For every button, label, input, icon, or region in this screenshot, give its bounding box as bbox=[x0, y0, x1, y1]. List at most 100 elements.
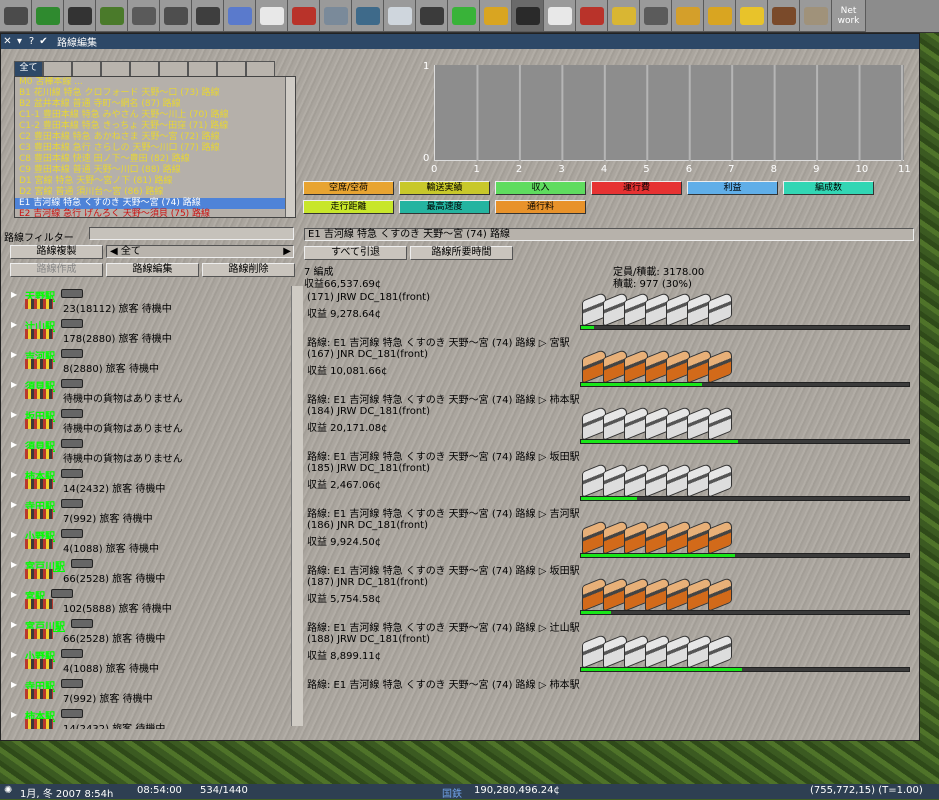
chart-category-button[interactable]: 最高速度 bbox=[399, 200, 490, 214]
filter-tab-3[interactable] bbox=[101, 61, 130, 76]
line-item[interactable]: C3 豊田本線 急行 さらしの 天野～川口 (77) 路線 bbox=[15, 143, 295, 154]
station-item[interactable]: ▶ 須貝駅 待機中の貨物はありません bbox=[9, 437, 294, 467]
line-item[interactable]: E1 吉河線 特急 くすのき 天野～宮 (74) 路線 bbox=[15, 198, 295, 209]
delete-line-button[interactable]: 路線削除 bbox=[202, 263, 295, 277]
triangle-right-icon[interactable]: ▶ bbox=[11, 590, 17, 599]
pin-icon[interactable]: ✔ bbox=[38, 36, 49, 47]
vehicle-name[interactable]: (188) JRW DC_181(front) bbox=[307, 634, 430, 645]
vehicle-name[interactable]: (186) JNR DC_181(front) bbox=[307, 520, 428, 531]
travel-time-button[interactable]: 路線所要時間 bbox=[410, 246, 513, 260]
triangle-right-icon[interactable]: ▶ bbox=[11, 560, 17, 569]
toolbar-shinkansen-button[interactable] bbox=[256, 0, 288, 32]
line-item[interactable]: B1 花川線 特急 クロフォード 天野～口 (73) 路線 bbox=[15, 88, 295, 99]
toolbar-truck-button[interactable] bbox=[320, 0, 352, 32]
toolbar-rail-button[interactable] bbox=[768, 0, 800, 32]
vehicle-row[interactable]: (184) JRW DC_181(front) 収益 20,171.08¢ 路線: … bbox=[304, 405, 914, 463]
chart-category-button[interactable]: 走行距離 bbox=[303, 200, 394, 214]
station-item[interactable]: ▶ 辻山駅 178(2880) 旅客 待機中 bbox=[9, 317, 294, 347]
vehicle-row[interactable]: (185) JRW DC_181(front) 収益 2,467.06¢ 路線: E… bbox=[304, 462, 914, 520]
toolbar-airplane-button[interactable] bbox=[384, 0, 416, 32]
help-icon[interactable]: ? bbox=[26, 36, 37, 47]
station-item[interactable]: ▶ 小野駅 4(1088) 旅客 待機中 bbox=[9, 647, 294, 677]
toolbar-camera-button[interactable] bbox=[640, 0, 672, 32]
toolbar-monorail-button[interactable] bbox=[224, 0, 256, 32]
vehicle-row[interactable]: (167) JNR DC_181(front) 収益 10,081.66¢ 路線: … bbox=[304, 348, 914, 406]
chart-category-button[interactable]: 運行費 bbox=[591, 181, 682, 195]
filter-select[interactable]: ◀ 全て ▶ bbox=[106, 245, 294, 258]
toolbar-city-map-button[interactable] bbox=[32, 0, 64, 32]
station-item[interactable]: ▶柿本駅14(2432) 旅客 待機中 bbox=[9, 707, 294, 729]
triangle-right-icon[interactable]: ▶ bbox=[11, 710, 17, 719]
toolbar-steam-loco-2-button[interactable] bbox=[160, 0, 192, 32]
line-item[interactable]: C1-1 豊田本線 特急 みやさん 天野～川上 (70) 路線 bbox=[15, 110, 295, 121]
line-item[interactable]: D1 宮線 特急 天野～宮ノ下 (81) 路線 bbox=[15, 176, 295, 187]
line-list-scrollbar[interactable] bbox=[285, 77, 295, 217]
triangle-right-icon[interactable]: ▶ bbox=[11, 440, 17, 449]
toolbar-grid-button[interactable] bbox=[800, 0, 832, 32]
vehicle-name[interactable]: (171) JRW DC_181(front) bbox=[307, 292, 430, 303]
station-item[interactable]: ▶ 天野駅 23(18112) 旅客 待機中 bbox=[9, 287, 294, 317]
triangle-right-icon[interactable]: ▶ bbox=[283, 246, 291, 257]
toolbar-money-button[interactable] bbox=[608, 0, 640, 32]
station-item[interactable]: ▶ 寺田駅 7(992) 旅客 待機中 bbox=[9, 677, 294, 707]
line-filter-input[interactable] bbox=[89, 227, 294, 240]
toolbar-steam-loco-3-button[interactable] bbox=[192, 0, 224, 32]
line-item[interactable]: E2 吉河線 急行 げんろく 天野～須貝 (75) 路線 bbox=[15, 209, 295, 217]
toolbar-locomotive-button[interactable] bbox=[416, 0, 448, 32]
toolbar-magnifier-button[interactable] bbox=[64, 0, 96, 32]
vehicle-row[interactable]: (186) JNR DC_181(front) 収益 9,924.50¢ 路線: E… bbox=[304, 519, 914, 577]
network-button[interactable]: Net work bbox=[832, 0, 866, 32]
vehicle-name[interactable]: (184) JRW DC_181(front) bbox=[307, 406, 430, 417]
station-item[interactable]: ▶柿本駅14(2432) 旅客 待機中 bbox=[9, 467, 294, 497]
chart-category-button[interactable]: 収入 bbox=[495, 181, 586, 195]
triangle-right-icon[interactable]: ▶ bbox=[11, 530, 17, 539]
line-item[interactable]: C8 豊田本線 快速 田ノ下～豊田 (82) 路線 bbox=[15, 154, 295, 165]
line-item[interactable]: C1-2 豊田本線 特急 きっちょ 天野～田窪 (71) 路線 bbox=[15, 121, 295, 132]
triangle-left-icon[interactable]: ◀ bbox=[110, 246, 121, 257]
filter-tab-1[interactable] bbox=[43, 61, 72, 76]
line-item[interactable]: C2 豊田本線 特急 あかねさま 天野～宮 (72) 路線 bbox=[15, 132, 295, 143]
station-item[interactable]: ▶ 宮戸川駅 66(2528) 旅客 待機中 bbox=[9, 617, 294, 647]
line-item[interactable]: B2 盆井本線 普通 寺町～網名 (87) 路線 bbox=[15, 99, 295, 110]
withdraw-all-button[interactable]: すべて引退 bbox=[304, 246, 407, 260]
edit-line-button[interactable]: 路線編集 bbox=[106, 263, 199, 277]
station-item[interactable]: ▶ 宮駅 102(5888) 旅客 待機中 bbox=[9, 587, 294, 617]
chart-category-button[interactable]: 編成数 bbox=[783, 181, 874, 195]
triangle-right-icon[interactable]: ▶ bbox=[11, 350, 17, 359]
vehicle-row[interactable]: (187) JNR DC_181(front) 収益 5,754.58¢ 路線: E… bbox=[304, 576, 914, 634]
filter-tab-8[interactable] bbox=[246, 61, 275, 76]
chart-category-button[interactable]: 利益 bbox=[687, 181, 778, 195]
station-item[interactable]: ▶ 坂田駅 待機中の貨物はありません bbox=[9, 407, 294, 437]
triangle-right-icon[interactable]: ▶ bbox=[11, 620, 17, 629]
line-list[interactable]: M0 苫樺本線 ... B1 花川線 特急 クロフォード 天野～口 (73) 路線… bbox=[14, 76, 296, 218]
station-item[interactable]: ▶ 吉河駅 8(2880) 旅客 待機中 bbox=[9, 347, 294, 377]
filter-tab-2[interactable] bbox=[72, 61, 101, 76]
toolbar-cup-button[interactable] bbox=[672, 0, 704, 32]
close-icon[interactable]: ✕ bbox=[2, 36, 13, 47]
toolbar-document-button[interactable] bbox=[544, 0, 576, 32]
toolbar-ship-button[interactable] bbox=[352, 0, 384, 32]
triangle-right-icon[interactable]: ▶ bbox=[11, 290, 17, 299]
toolbar-disk-button[interactable] bbox=[0, 0, 32, 32]
line-item[interactable]: C9 豊田本線 普通 天野～川口 (88) 路線 bbox=[15, 165, 295, 176]
vehicle-row[interactable]: (188) JRW DC_181(front) 収益 8,899.11¢ 路線: E… bbox=[304, 633, 914, 691]
selected-line-name[interactable]: E1 吉河線 特急 くすのき 天野～宮 (74) 路線 bbox=[304, 228, 914, 241]
station-item[interactable]: ▶ 寺田駅 7(992) 旅客 待機中 bbox=[9, 497, 294, 527]
toolbar-help-button[interactable] bbox=[736, 0, 768, 32]
chart-category-button[interactable]: 輸送実績 bbox=[399, 181, 490, 195]
filter-tab-5[interactable] bbox=[159, 61, 188, 76]
triangle-right-icon[interactable]: ▶ bbox=[11, 680, 17, 689]
triangle-right-icon[interactable]: ▶ bbox=[11, 380, 17, 389]
window-titlebar[interactable]: ✕ ▾ ? ✔ 路線編集 bbox=[1, 34, 919, 49]
chart-category-button[interactable]: 空席/空荷 bbox=[303, 181, 394, 195]
triangle-right-icon[interactable]: ▶ bbox=[11, 410, 17, 419]
filter-tab-4[interactable] bbox=[130, 61, 159, 76]
station-list-scrollbar[interactable] bbox=[291, 286, 303, 726]
toolbar-schedule-button[interactable] bbox=[512, 0, 544, 32]
chevron-down-icon[interactable]: ▾ bbox=[14, 36, 25, 47]
station-item[interactable]: ▶ 須貝駅 待機中の貨物はありません bbox=[9, 377, 294, 407]
vehicle-name[interactable]: (167) JNR DC_181(front) bbox=[307, 349, 428, 360]
toolbar-pause-button[interactable] bbox=[704, 0, 736, 32]
toolbar-terrain-button[interactable] bbox=[96, 0, 128, 32]
triangle-right-icon[interactable]: ▶ bbox=[11, 320, 17, 329]
